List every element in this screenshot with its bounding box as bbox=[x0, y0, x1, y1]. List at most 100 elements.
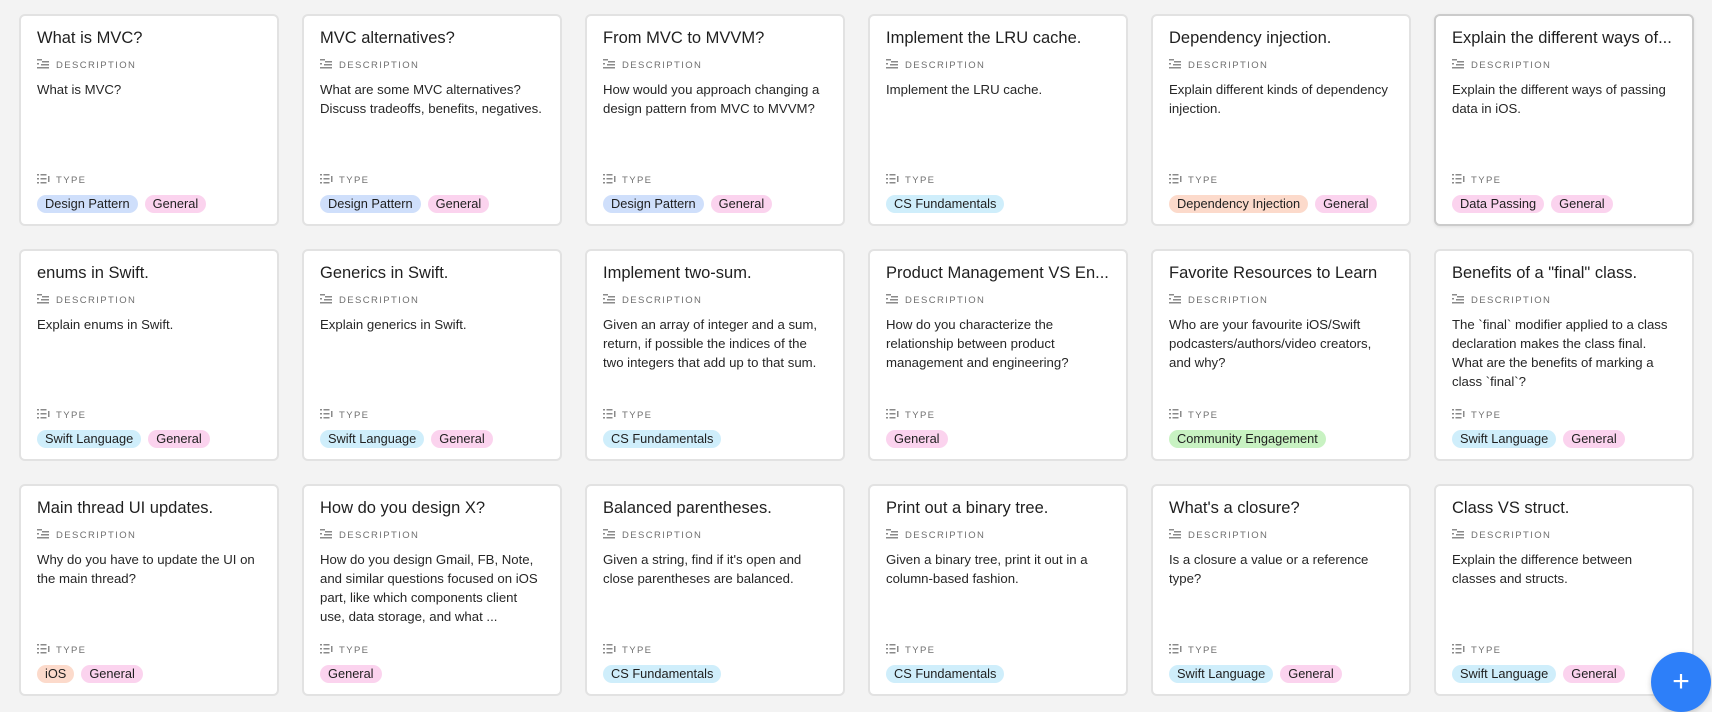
multiselect-icon bbox=[886, 173, 899, 187]
type-tag: Community Engagement bbox=[1169, 430, 1326, 448]
card-description: Explain different kinds of dependency in… bbox=[1169, 82, 1388, 116]
gallery-card[interactable]: Balanced parentheses. DESCRIPTION Given … bbox=[585, 484, 845, 696]
gallery-card[interactable]: Implement two-sum. DESCRIPTION Given an … bbox=[585, 249, 845, 461]
type-label: TYPE bbox=[622, 644, 653, 656]
type-tag: General bbox=[1551, 195, 1613, 213]
card-title: How do you design X? bbox=[320, 499, 486, 517]
gallery-card[interactable]: Product Management VS En... DESCRIPTION … bbox=[868, 249, 1128, 461]
card-description: The `final` modifier applied to a class … bbox=[1452, 317, 1668, 389]
gallery-card[interactable]: Dependency injection. DESCRIPTION Explai… bbox=[1151, 14, 1411, 226]
type-field-label: TYPE bbox=[1452, 643, 1676, 657]
type-field: TYPE CS Fundamentals bbox=[886, 643, 1110, 683]
multiselect-icon bbox=[37, 408, 50, 422]
multiselect-icon bbox=[1169, 643, 1182, 657]
long-text-icon bbox=[603, 528, 616, 542]
type-field-label: TYPE bbox=[37, 173, 261, 187]
description-field-label: DESCRIPTION bbox=[37, 58, 261, 72]
type-tag: General bbox=[81, 665, 143, 683]
type-label: TYPE bbox=[56, 174, 87, 186]
type-field: TYPE Swift Language General bbox=[1169, 643, 1393, 683]
gallery-card[interactable]: Implement the LRU cache. DESCRIPTION Imp… bbox=[868, 14, 1128, 226]
type-tag: General bbox=[427, 195, 490, 213]
multiselect-icon bbox=[603, 408, 616, 422]
long-text-icon bbox=[1452, 293, 1465, 307]
type-field-label: TYPE bbox=[886, 408, 1110, 422]
card-title: What is MVC? bbox=[37, 29, 143, 47]
gallery-card[interactable]: MVC alternatives? DESCRIPTION What are s… bbox=[302, 14, 562, 226]
tag-list: iOS General bbox=[37, 665, 261, 683]
gallery-card[interactable]: Print out a binary tree. DESCRIPTION Giv… bbox=[868, 484, 1128, 696]
gallery-card[interactable]: Class VS struct. DESCRIPTION Explain the… bbox=[1434, 484, 1694, 696]
long-text-icon bbox=[603, 58, 616, 72]
type-label: TYPE bbox=[1188, 409, 1219, 421]
type-field: TYPE CS Fundamentals bbox=[603, 643, 827, 683]
type-field: TYPE iOS General bbox=[37, 643, 261, 683]
card-description: What are some MVC alternatives? Discuss … bbox=[320, 82, 542, 116]
type-field-label: TYPE bbox=[320, 173, 544, 187]
type-label: TYPE bbox=[622, 409, 653, 421]
type-tag: CS Fundamentals bbox=[886, 665, 1005, 683]
type-field: TYPE CS Fundamentals bbox=[886, 173, 1110, 213]
description-field-label: DESCRIPTION bbox=[37, 528, 261, 542]
card-description: How would you approach changing a design… bbox=[603, 82, 820, 116]
gallery-card[interactable]: From MVC to MVVM? DESCRIPTION How would … bbox=[585, 14, 845, 226]
card-title: Main thread UI updates. bbox=[37, 499, 214, 517]
multiselect-icon bbox=[603, 173, 616, 187]
gallery-card[interactable]: Favorite Resources to Learn DESCRIPTION … bbox=[1151, 249, 1411, 461]
gallery-card[interactable]: enums in Swift. DESCRIPTION Explain enum… bbox=[19, 249, 279, 461]
long-text-icon bbox=[886, 528, 899, 542]
description-field-label: DESCRIPTION bbox=[1169, 528, 1393, 542]
tag-list: Swift Language General bbox=[320, 430, 544, 448]
card-title: Favorite Resources to Learn bbox=[1169, 264, 1378, 282]
type-field-label: TYPE bbox=[1452, 173, 1676, 187]
gallery-card[interactable]: Generics in Swift. DESCRIPTION Explain g… bbox=[302, 249, 562, 461]
description-label: DESCRIPTION bbox=[56, 529, 137, 541]
type-label: TYPE bbox=[905, 409, 936, 421]
long-text-icon bbox=[603, 293, 616, 307]
card-title: Balanced parentheses. bbox=[603, 499, 772, 517]
description-label: DESCRIPTION bbox=[339, 294, 420, 306]
multiselect-icon bbox=[1452, 408, 1465, 422]
gallery-card[interactable]: How do you design X? DESCRIPTION How do … bbox=[302, 484, 562, 696]
type-label: TYPE bbox=[905, 174, 936, 186]
gallery-card[interactable]: Explain the different ways of... DESCRIP… bbox=[1434, 14, 1694, 226]
gallery-card[interactable]: What is MVC? DESCRIPTION What is MVC? TY… bbox=[19, 14, 279, 226]
gallery-card[interactable]: What's a closure? DESCRIPTION Is a closu… bbox=[1151, 484, 1411, 696]
long-text-icon bbox=[1169, 58, 1182, 72]
tag-list: General bbox=[886, 430, 1110, 448]
card-title: Explain the different ways of... bbox=[1452, 29, 1672, 47]
description-field-label: DESCRIPTION bbox=[1452, 293, 1676, 307]
type-tag: Design Pattern bbox=[320, 195, 421, 213]
type-tag: General bbox=[710, 195, 773, 213]
card-title: enums in Swift. bbox=[37, 264, 149, 282]
type-tag: CS Fundamentals bbox=[886, 195, 1005, 213]
type-label: TYPE bbox=[56, 644, 87, 656]
description-field-label: DESCRIPTION bbox=[603, 293, 827, 307]
long-text-icon bbox=[1169, 528, 1182, 542]
tag-list: CS Fundamentals bbox=[603, 665, 827, 683]
type-field-label: TYPE bbox=[37, 643, 261, 657]
card-description: Given a binary tree, print it out in a c… bbox=[886, 552, 1088, 586]
description-label: DESCRIPTION bbox=[905, 59, 986, 71]
gallery-card[interactable]: Main thread UI updates. DESCRIPTION Why … bbox=[19, 484, 279, 696]
description-field-label: DESCRIPTION bbox=[886, 528, 1110, 542]
description-field-label: DESCRIPTION bbox=[1452, 58, 1676, 72]
type-tag: General bbox=[320, 665, 382, 683]
type-tag: General bbox=[148, 430, 210, 448]
add-record-button[interactable]: + bbox=[1651, 652, 1711, 712]
type-label: TYPE bbox=[1471, 644, 1502, 656]
multiselect-icon bbox=[320, 173, 333, 187]
type-field-label: TYPE bbox=[1169, 408, 1393, 422]
long-text-icon bbox=[37, 528, 50, 542]
description-label: DESCRIPTION bbox=[339, 59, 420, 71]
type-field: TYPE CS Fundamentals bbox=[603, 408, 827, 448]
card-title: Class VS struct. bbox=[1452, 499, 1570, 517]
card-description: Explain generics in Swift. bbox=[320, 317, 467, 332]
description-label: DESCRIPTION bbox=[1471, 294, 1552, 306]
type-field: TYPE Dependency Injection General bbox=[1169, 173, 1393, 213]
gallery-card[interactable]: Benefits of a "final" class. DESCRIPTION… bbox=[1434, 249, 1694, 461]
card-title: Implement the LRU cache. bbox=[886, 29, 1082, 47]
multiselect-icon bbox=[320, 408, 333, 422]
multiselect-icon bbox=[1452, 173, 1465, 187]
type-field-label: TYPE bbox=[886, 643, 1110, 657]
